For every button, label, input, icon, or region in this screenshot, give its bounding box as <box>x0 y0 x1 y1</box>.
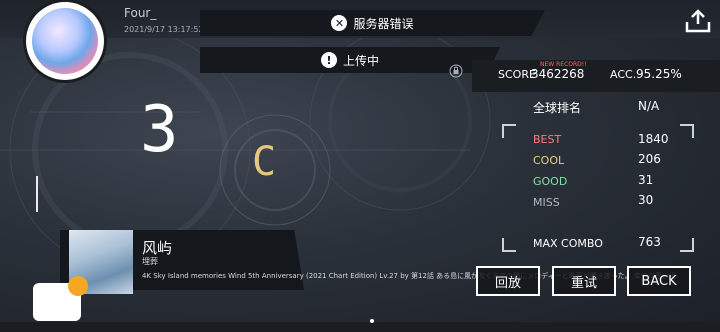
progress-indicator <box>370 319 374 323</box>
good-label: GOOD <box>533 175 568 188</box>
accuracy-value: 95.25% <box>636 67 682 81</box>
play-datetime: 2021/9/17 13:17:52 <box>124 25 204 34</box>
notification-dot <box>68 276 88 296</box>
back-button[interactable]: BACK <box>627 266 691 296</box>
bracket-bottom-right <box>680 238 694 252</box>
max-combo-value: 763 <box>638 235 661 249</box>
global-rank-label: 全球排名 <box>533 101 582 115</box>
grade-letter: C <box>252 139 277 185</box>
username: Four_ <box>124 6 157 20</box>
bottom-bar <box>0 322 720 332</box>
bracket-bottom-left <box>502 238 516 252</box>
side-indicator <box>36 176 38 212</box>
rank-number: 3 <box>140 93 179 167</box>
retry-button[interactable]: 重试 <box>552 266 616 296</box>
best-value: 1840 <box>638 132 669 146</box>
cool-value: 206 <box>638 152 661 166</box>
global-rank-value: N/A <box>638 99 660 113</box>
replay-button[interactable]: 回放 <box>476 266 540 296</box>
share-upload-icon[interactable] <box>684 8 712 34</box>
avatar[interactable] <box>26 2 104 80</box>
miss-label: MISS <box>533 196 560 209</box>
avatar-image <box>32 8 98 74</box>
uploading-text: 上传中 <box>342 53 379 68</box>
exclamation-circle-icon: ! <box>320 52 337 68</box>
song-title: 风屿 <box>142 239 173 257</box>
max-combo-label: MAX COMBO <box>533 237 603 250</box>
song-artist: 埋葬 <box>142 257 158 266</box>
bracket-top-left <box>502 124 516 138</box>
score-value: 3462268 <box>531 67 585 81</box>
server-error-toast: ✕ 服务器错误 <box>200 10 545 36</box>
miss-value: 30 <box>638 193 654 207</box>
cool-label: COOL <box>533 154 565 167</box>
accuracy-label: ACC. <box>610 68 637 81</box>
best-label: BEST <box>533 133 562 146</box>
lock-icon <box>449 64 463 78</box>
close-circle-icon: ✕ <box>331 15 348 31</box>
good-value: 31 <box>638 173 654 187</box>
bracket-top-right <box>680 124 694 138</box>
server-error-text: 服务器错误 <box>353 16 414 31</box>
